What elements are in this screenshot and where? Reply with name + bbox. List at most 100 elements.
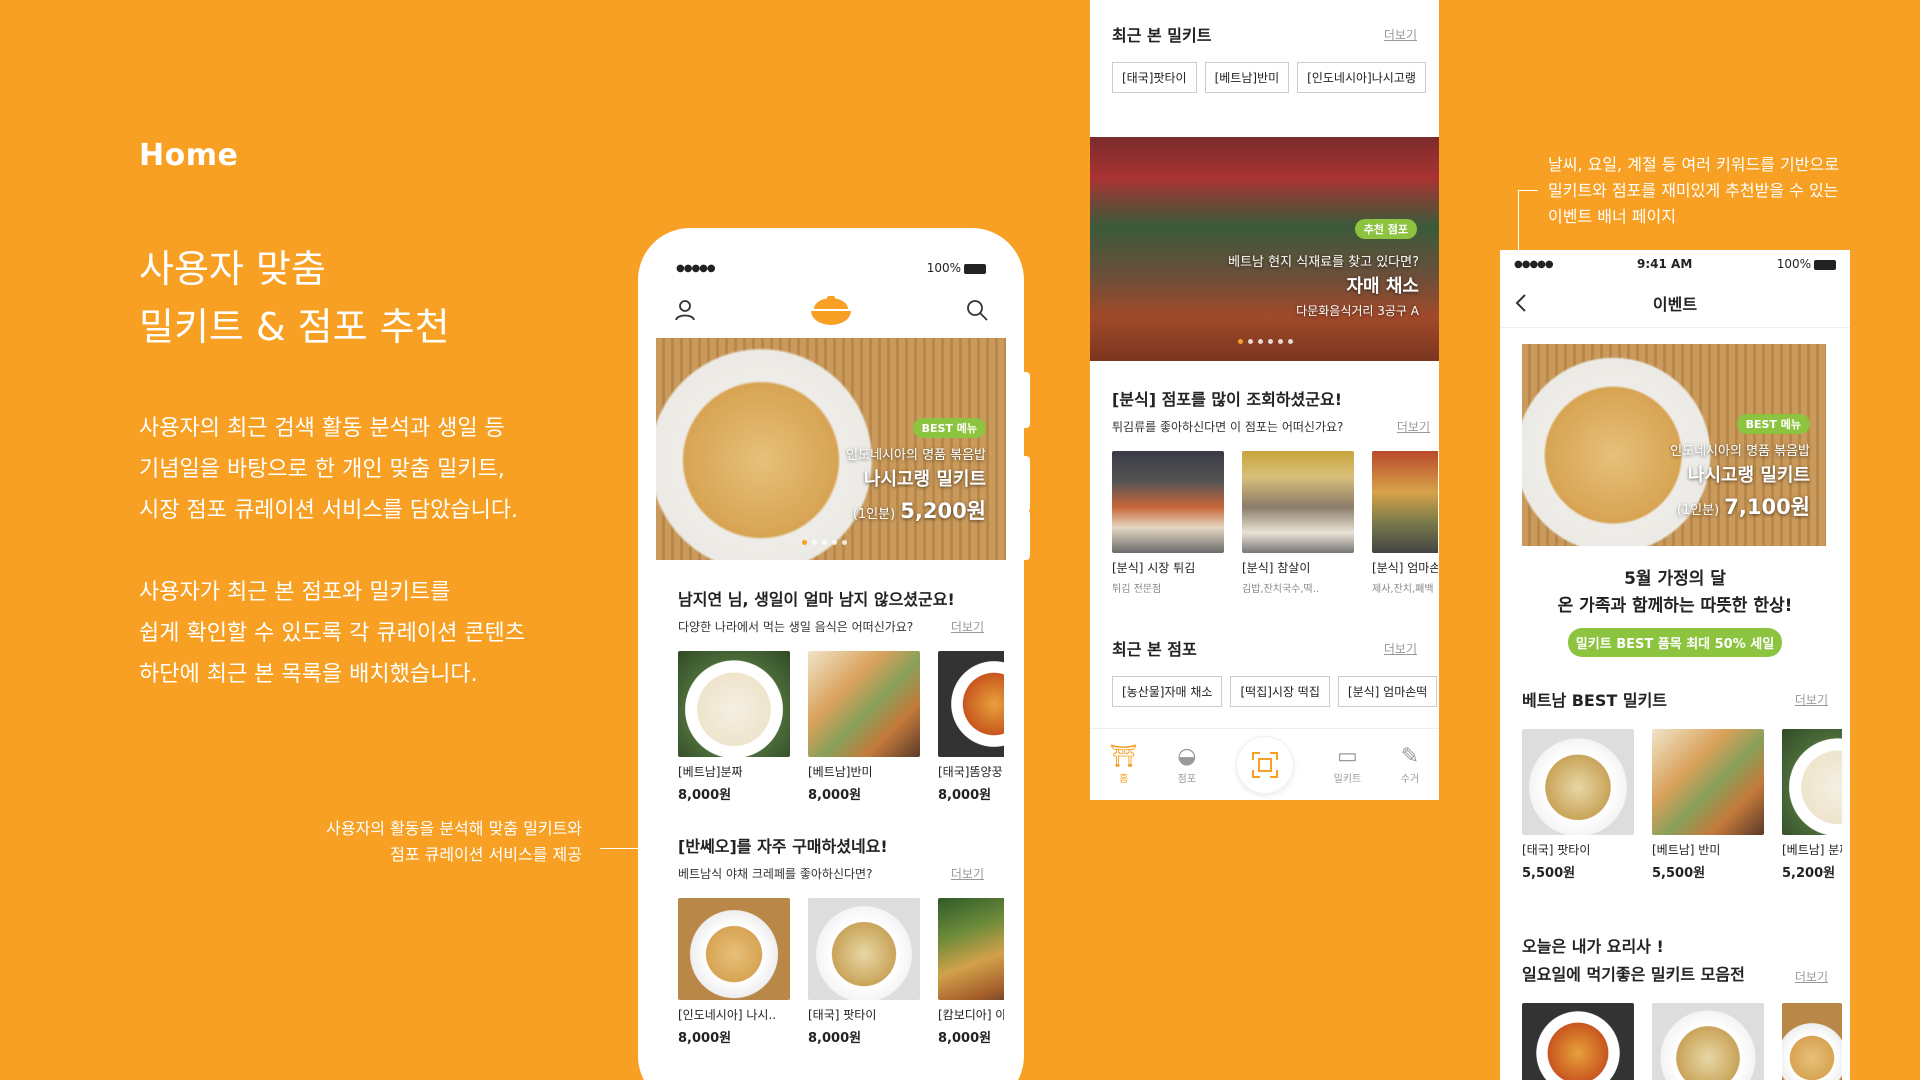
section-title: 일요일에 먹기좋은 밀키트 모음전 [1522, 965, 1745, 984]
hero-text: 인도네시아의 명품 볶음밥 나시고랭 밀키트 (1인분) 7,100원 [1670, 444, 1810, 519]
more-link[interactable]: 더보기 [951, 618, 984, 635]
search-icon[interactable] [966, 299, 988, 321]
event-hero[interactable]: BEST 메뉴 인도네시아의 명품 볶음밥 나시고랭 밀키트 (1인분) 7,1… [1522, 344, 1826, 546]
more-link[interactable]: 더보기 [1795, 691, 1828, 708]
product-list: [태국] 팟타이 5,500원 [베트남] 반미 5,500원 [베트남] 분짜… [1522, 729, 1850, 881]
battery-indicator: 100% [1777, 257, 1836, 271]
product-image [938, 651, 1004, 757]
more-link[interactable]: 더보기 [1384, 640, 1417, 657]
recent-chip[interactable]: [떡집]시장 떡집 [1230, 676, 1330, 707]
battery-icon [1814, 259, 1836, 270]
store-list: [분식] 시장 튀김 튀김 전문점 [분식] 참살이 김밥,잔치국수,떡.. [… [1112, 451, 1439, 595]
section-title: [반쎄오]를 자주 구매하셨네요! [678, 837, 888, 856]
snack-section: [분식] 점포를 많이 조회하셨군요! 튀김류를 좋아하신다면 이 점포는 어떠… [1112, 386, 1438, 595]
store-icon: ◒ [1177, 744, 1197, 769]
product-image[interactable] [1652, 1003, 1764, 1080]
store-image [1112, 451, 1224, 553]
store-image [1372, 451, 1438, 553]
tab-mealkit[interactable]: ▭ 밀키트 [1334, 744, 1362, 785]
section-title: 최근 본 점포 [1112, 640, 1197, 659]
store-card[interactable]: [분식] 엄마손 제사,잔치,폐백 [1372, 451, 1438, 595]
scan-button[interactable] [1236, 735, 1295, 794]
home-icon: ⛩ [1109, 744, 1138, 769]
recent-store-chips: [농산물]자매 채소 [떡집]시장 떡집 [분식] 엄마손떡 [1112, 676, 1439, 707]
product-image[interactable] [1522, 1003, 1634, 1080]
status-bar: ●●●●● 9:41 AM 100% [1500, 250, 1850, 278]
section-subtitle: 베트남식 야채 크레페를 좋아하신다면? [678, 867, 873, 881]
product-card[interactable]: [태국] 팟타이 5,500원 [1522, 729, 1634, 881]
section-title: 베트남 BEST 밀키트 [1522, 691, 1668, 710]
product-card[interactable]: [베트남] 분짜 5,200원 [1782, 729, 1842, 881]
best-badge: BEST 메뉴 [912, 418, 986, 438]
page-title: 이벤트 [1652, 294, 1698, 314]
phone-side-button [1020, 456, 1030, 512]
product-image [808, 651, 920, 757]
tab-store[interactable]: ◒ 점포 [1177, 744, 1196, 785]
more-link[interactable]: 더보기 [1795, 968, 1828, 985]
store-screen: 최근 본 밀키트 더보기 [태국]팟타이 [베트남]반미 [인도네시아]나시고랭 추… [1090, 0, 1439, 800]
annotation-line [1518, 190, 1519, 252]
banner-pager[interactable] [1238, 339, 1293, 344]
intro-paragraph-2: 사용자가 최근 본 점포와 밀키트를 쉽게 확인할 수 있도록 각 큐레이션 콘… [139, 580, 526, 687]
product-image [678, 898, 790, 1000]
annotation-line [1518, 190, 1538, 191]
store-image [1242, 451, 1354, 553]
hero-pager[interactable] [802, 540, 847, 545]
recent-chip[interactable]: [분식] 엄마손떡 [1337, 676, 1438, 707]
product-card[interactable]: [인도네시아] 나시.. 8,000원 [678, 898, 790, 1046]
back-icon[interactable] [1514, 293, 1528, 313]
product-card[interactable]: [태국]똠양꿍 8,000원 [938, 651, 1004, 803]
more-link[interactable]: 더보기 [1384, 26, 1417, 43]
hero-banner[interactable]: BEST 메뉴 인도네시아의 명품 볶음밥 나시고랭 밀키트 (1인분) 5,2… [656, 338, 1006, 560]
product-card[interactable]: [베트남]분짜 8,000원 [678, 651, 790, 803]
section-title: 오늘은 내가 요리사 ! [1522, 937, 1664, 956]
product-card[interactable]: [베트남] 반미 5,500원 [1652, 729, 1764, 881]
more-link[interactable]: 더보기 [1397, 418, 1430, 435]
recent-chip[interactable]: [인도네시아]나시고랭 [1297, 62, 1426, 93]
recent-chip[interactable]: [태국]팟타이 [1112, 62, 1197, 93]
frequent-purchase-section: [반쎄오]를 자주 구매하셨네요! 베트남식 야채 크레페를 좋아하신다면? 더… [656, 803, 1006, 1046]
store-card[interactable]: [분식] 참살이 김밥,잔치국수,떡.. [1242, 451, 1354, 595]
intro-paragraph-1: 사용자의 최근 검색 활동 분석과 생일 등 기념일을 바탕으로 한 개인 맞춤… [139, 416, 519, 523]
sunday-section: 오늘은 내가 요리사 ! 일요일에 먹기좋은 밀키트 모음전 더보기 [1500, 881, 1850, 1080]
pot-logo-icon[interactable] [808, 293, 854, 327]
home-screen: ●●●●● 100% BEST 메뉴 인도네시아의 명품 볶음밥 나시고랭 밀키… [656, 254, 1006, 1080]
signal-indicator: ●●●●● [1514, 258, 1554, 270]
user-icon[interactable] [674, 299, 696, 321]
pickup-icon: ✎ [1400, 744, 1420, 769]
tab-pickup[interactable]: ✎ 수거 [1401, 744, 1419, 785]
event-headline: 5월 가정의 달 온 가족과 함께하는 따뜻한 한상! [1557, 569, 1793, 616]
product-list [1522, 1003, 1850, 1080]
recent-kit-chips: [태국]팟타이 [베트남]반미 [인도네시아]나시고랭 [1112, 62, 1439, 93]
product-image [1522, 729, 1634, 835]
product-card[interactable]: [캄보디아] 아목 8,000원 [938, 898, 1004, 1046]
banner-text: 베트남 현지 식재료를 찾고 있다면? 자매 채소 다문화음식거리 3공구 A [1228, 255, 1419, 318]
section-title: 남지연 님, 생일이 얼마 남지 않으셨군요! [678, 590, 955, 609]
app-header [656, 282, 1006, 338]
product-image [808, 898, 920, 1000]
phone-side-button [1020, 372, 1030, 428]
product-card[interactable]: [베트남]반미 8,000원 [808, 651, 920, 803]
product-image[interactable] [1782, 1003, 1842, 1080]
section-subtitle: 다양한 나라에서 먹는 생일 음식은 어떠신가요? [678, 620, 914, 634]
page-title: 사용자 맞춤 밀키트 & 점포 추천 [139, 247, 450, 349]
annotation-left: 사용자의 활동을 분석해 맞춤 밀키트와 점포 큐레이션 서비스를 제공 [326, 819, 582, 864]
bottom-tab-bar: ⛩ 홈 ◒ 점포 ▭ 밀키트 ✎ 수거 [1090, 728, 1439, 800]
best-badge: BEST 메뉴 [1736, 414, 1810, 434]
product-card[interactable]: [태국] 팟타이 8,000원 [808, 898, 920, 1046]
tab-scan[interactable] [1236, 735, 1295, 794]
product-image [938, 898, 1004, 1000]
sale-button[interactable]: 밀키트 BEST 품목 최대 50% 세일 [1568, 628, 1782, 657]
product-image [678, 651, 790, 757]
product-image [1782, 729, 1842, 835]
recent-chip[interactable]: [농산물]자매 채소 [1112, 676, 1223, 707]
store-banner[interactable]: 추천 점포 베트남 현지 식재료를 찾고 있다면? 자매 채소 다문화음식거리 … [1090, 137, 1439, 361]
recommend-badge: 추천 점포 [1354, 219, 1417, 239]
event-header: 이벤트 [1500, 278, 1850, 328]
tab-home[interactable]: ⛩ 홈 [1110, 744, 1138, 785]
store-card[interactable]: [분식] 시장 튀김 튀김 전문점 [1112, 451, 1224, 595]
more-link[interactable]: 더보기 [951, 865, 984, 882]
annotation-right: 날씨, 요일, 계절 등 여러 키워드를 기반으로 밀키트와 점포를 재미있게 … [1548, 155, 1839, 226]
recent-chip[interactable]: [베트남]반미 [1204, 62, 1290, 93]
hero-text: 인도네시아의 명품 볶음밥 나시고랭 밀키트 (1인분) 5,200원 [846, 448, 986, 523]
